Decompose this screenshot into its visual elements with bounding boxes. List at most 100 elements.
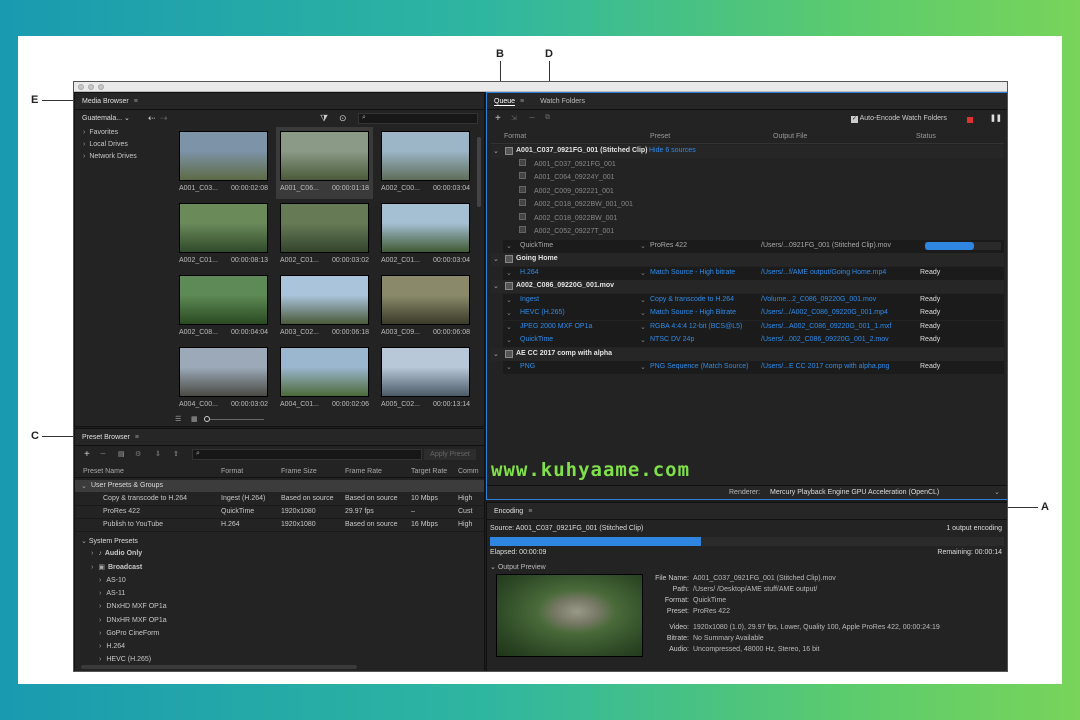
duplicate-icon[interactable]: ⧉ bbox=[545, 114, 550, 122]
chevron-down-icon[interactable]: ⌄ bbox=[640, 336, 646, 344]
panel-menu-icon[interactable]: ≡ bbox=[520, 98, 524, 105]
output-file[interactable]: /Users/...E CC 2017 comp with alpha.png bbox=[761, 363, 889, 370]
grid-view-icon[interactable]: ▦ bbox=[191, 415, 198, 423]
tab-watch-folders[interactable]: Watch Folders bbox=[540, 98, 585, 105]
output-file[interactable]: /Volume...2_C086_09220G_001.mov bbox=[761, 296, 876, 303]
stop-queue-button[interactable] bbox=[967, 117, 973, 123]
source-clip-row[interactable]: A002_C052_09227T_001 bbox=[519, 226, 614, 239]
system-preset-item[interactable]: › ▣ Broadcast bbox=[91, 563, 142, 571]
thumbnail-image[interactable] bbox=[381, 275, 470, 325]
thumbnail-image[interactable] bbox=[280, 131, 369, 181]
new-group-icon[interactable]: ▤ bbox=[118, 450, 125, 458]
thumbnail[interactable]: A002_C01... 00:00:03:02 bbox=[280, 203, 369, 267]
chevron-down-icon[interactable]: ⌄ bbox=[640, 309, 646, 317]
export-preset-icon[interactable]: ⇧ bbox=[173, 450, 179, 458]
thumbnail-image[interactable] bbox=[381, 203, 470, 253]
output-preset[interactable]: RGBA 4:4:4 12-bit (BCS@L5) bbox=[650, 323, 742, 330]
output-format[interactable]: H.264 bbox=[520, 269, 539, 276]
apply-preset-button[interactable]: Apply Preset bbox=[424, 449, 476, 460]
tree-item[interactable]: › Local Drives bbox=[83, 141, 128, 148]
preset-settings-icon[interactable]: ⚙ bbox=[135, 450, 141, 458]
system-preset-item[interactable]: › HEVC (H.265) bbox=[99, 656, 151, 663]
thumbnail[interactable]: A002_C08... 00:00:04:04 bbox=[179, 275, 268, 339]
view-options-icon[interactable]: ⊙ bbox=[339, 113, 347, 124]
chevron-down-icon[interactable]: ⌄ bbox=[640, 269, 646, 277]
preset-row[interactable]: Publish to YouTube H.264 1920x1080 Based on… bbox=[75, 519, 484, 532]
thumbnail[interactable]: A003_C09... 00:00:06:08 bbox=[381, 275, 470, 339]
remove-icon[interactable]: − bbox=[529, 113, 535, 124]
output-preset[interactable]: Match Source - High Bitrate bbox=[650, 309, 736, 316]
preset-column-header[interactable]: Frame Rate bbox=[345, 468, 382, 475]
panel-menu-icon[interactable]: ≡ bbox=[528, 508, 532, 515]
output-file[interactable]: /Users/.../A002_C086_09220G_001.mp4 bbox=[761, 309, 888, 316]
thumbnail-image[interactable] bbox=[280, 203, 369, 253]
thumbnail[interactable]: A002_C00... 00:00:03:04 bbox=[381, 131, 470, 195]
preset-column-header[interactable]: Frame Size bbox=[281, 468, 317, 475]
thumbnail[interactable]: A005_C02... 00:00:13:14 bbox=[381, 347, 470, 411]
thumbnail[interactable]: A001_C06... 00:00:01:18 bbox=[280, 131, 369, 195]
output-format[interactable]: PNG bbox=[520, 363, 535, 370]
hide-sources-link[interactable]: Hide 6 sources bbox=[649, 147, 696, 154]
pause-queue-button[interactable]: ❚❚ bbox=[990, 114, 1002, 122]
thumbnail-image[interactable] bbox=[280, 275, 369, 325]
thumbnail-image[interactable] bbox=[381, 347, 470, 397]
queue-source-row[interactable]: ⌄ Going Home bbox=[491, 253, 1004, 266]
preset-search-input[interactable]: ⌕ bbox=[192, 449, 422, 460]
chevron-down-icon[interactable]: ⌄ bbox=[640, 242, 646, 250]
source-clip-row[interactable]: A002_C018_0922BW_001_001 bbox=[519, 199, 633, 212]
thumbnail[interactable]: A004_C00... 00:00:03:02 bbox=[179, 347, 268, 411]
output-format[interactable]: QuickTime bbox=[520, 242, 553, 249]
chevron-down-icon[interactable]: ⌄ bbox=[640, 296, 646, 304]
preset-column-header[interactable]: Comm bbox=[458, 468, 479, 475]
queue-source-row[interactable]: ⌄ AE CC 2017 comp with alpha bbox=[491, 347, 1004, 361]
output-file[interactable]: /Users/...002_C086_09220G_001_2.mov bbox=[761, 336, 889, 343]
output-preset[interactable]: ProRes 422 bbox=[650, 242, 687, 249]
close-window-button[interactable] bbox=[78, 84, 84, 90]
list-view-icon[interactable]: ☰ bbox=[175, 415, 181, 423]
preset-column-header[interactable]: Format bbox=[221, 468, 243, 475]
panel-menu-icon[interactable]: ≡ bbox=[135, 434, 139, 441]
chevron-down-icon[interactable]: ⌄ bbox=[640, 363, 646, 371]
system-preset-item[interactable]: › GoPro CineForm bbox=[99, 630, 159, 637]
output-format[interactable]: Ingest bbox=[520, 296, 539, 303]
output-file[interactable]: /Users/...f/AME output/Going Home.mp4 bbox=[761, 269, 886, 276]
source-clip-row[interactable]: A001_C064_09224Y_001 bbox=[519, 172, 615, 185]
auto-encode-checkbox[interactable]: ✓ Auto-Encode Watch Folders bbox=[851, 115, 947, 123]
thumbnail-image[interactable] bbox=[280, 347, 369, 397]
preset-row[interactable]: Copy & transcode to H.264 Ingest (H.264) B… bbox=[75, 493, 484, 506]
preset-column-header[interactable]: Preset Name bbox=[83, 468, 124, 475]
back-arrow-icon[interactable]: ⇠ bbox=[148, 113, 156, 124]
system-preset-item[interactable]: › DNxHD MXF OP1a bbox=[99, 603, 167, 610]
chevron-down-icon[interactable]: ⌄ bbox=[640, 323, 646, 331]
system-preset-item[interactable]: › ♪ Audio Only bbox=[91, 550, 142, 557]
filter-icon[interactable]: ⧩ bbox=[320, 113, 328, 124]
thumbnail[interactable]: A004_C01... 00:00:02:06 bbox=[280, 347, 369, 411]
output-preview-toggle[interactable]: ⌄ Output Preview bbox=[490, 563, 546, 571]
output-format[interactable]: JPEG 2000 MXF OP1a bbox=[520, 323, 592, 330]
slider-handle[interactable] bbox=[204, 416, 210, 422]
zoom-window-button[interactable] bbox=[98, 84, 104, 90]
remove-preset-icon[interactable]: − bbox=[100, 449, 106, 460]
forward-arrow-icon[interactable]: ⇢ bbox=[160, 113, 168, 124]
source-clip-row[interactable]: A002_C009_092221_001 bbox=[519, 185, 614, 199]
tree-item[interactable]: › Favorites bbox=[83, 129, 118, 136]
queue-output-row[interactable]: ⌄ HEVC (H.265) ⌄ Match Source - High Bitrat… bbox=[503, 307, 1004, 320]
user-presets-group[interactable]: ⌄ User Presets & Groups bbox=[75, 480, 484, 492]
output-preset[interactable]: Copy & transcode to H.264 bbox=[650, 296, 734, 303]
tree-item[interactable]: › Network Drives bbox=[83, 153, 137, 160]
queue-output-row[interactable]: ⌄ Ingest ⌄ Copy & transcode to H.264/Volume… bbox=[503, 293, 1004, 307]
thumbnail-image[interactable] bbox=[179, 275, 268, 325]
tab-queue[interactable]: Queue bbox=[494, 98, 516, 106]
output-preset[interactable]: PNG Sequence (Match Source) bbox=[650, 363, 748, 370]
output-preset[interactable]: Match Source - High bitrate bbox=[650, 269, 735, 276]
output-format[interactable]: QuickTime bbox=[520, 336, 553, 343]
thumbnail-image[interactable] bbox=[179, 131, 268, 181]
chevron-down-icon[interactable]: ⌄ bbox=[994, 488, 1000, 496]
system-presets-group[interactable]: ⌄ System Presets bbox=[81, 537, 138, 545]
queue-output-row[interactable]: ⌄ QuickTime ⌄ ProRes 422/Users/...0921FG_00… bbox=[503, 239, 1004, 253]
media-search-input[interactable]: ⌕ bbox=[358, 113, 478, 124]
queue-output-row[interactable]: ⌄ H.264 ⌄ Match Source - High bitrate/Users… bbox=[503, 266, 1004, 280]
thumbnail-scrollbar[interactable] bbox=[477, 137, 481, 207]
thumbnail[interactable]: A001_C03... 00:00:02:08 bbox=[179, 131, 268, 195]
thumbnail[interactable]: A003_C02... 00:00:06:18 bbox=[280, 275, 369, 339]
